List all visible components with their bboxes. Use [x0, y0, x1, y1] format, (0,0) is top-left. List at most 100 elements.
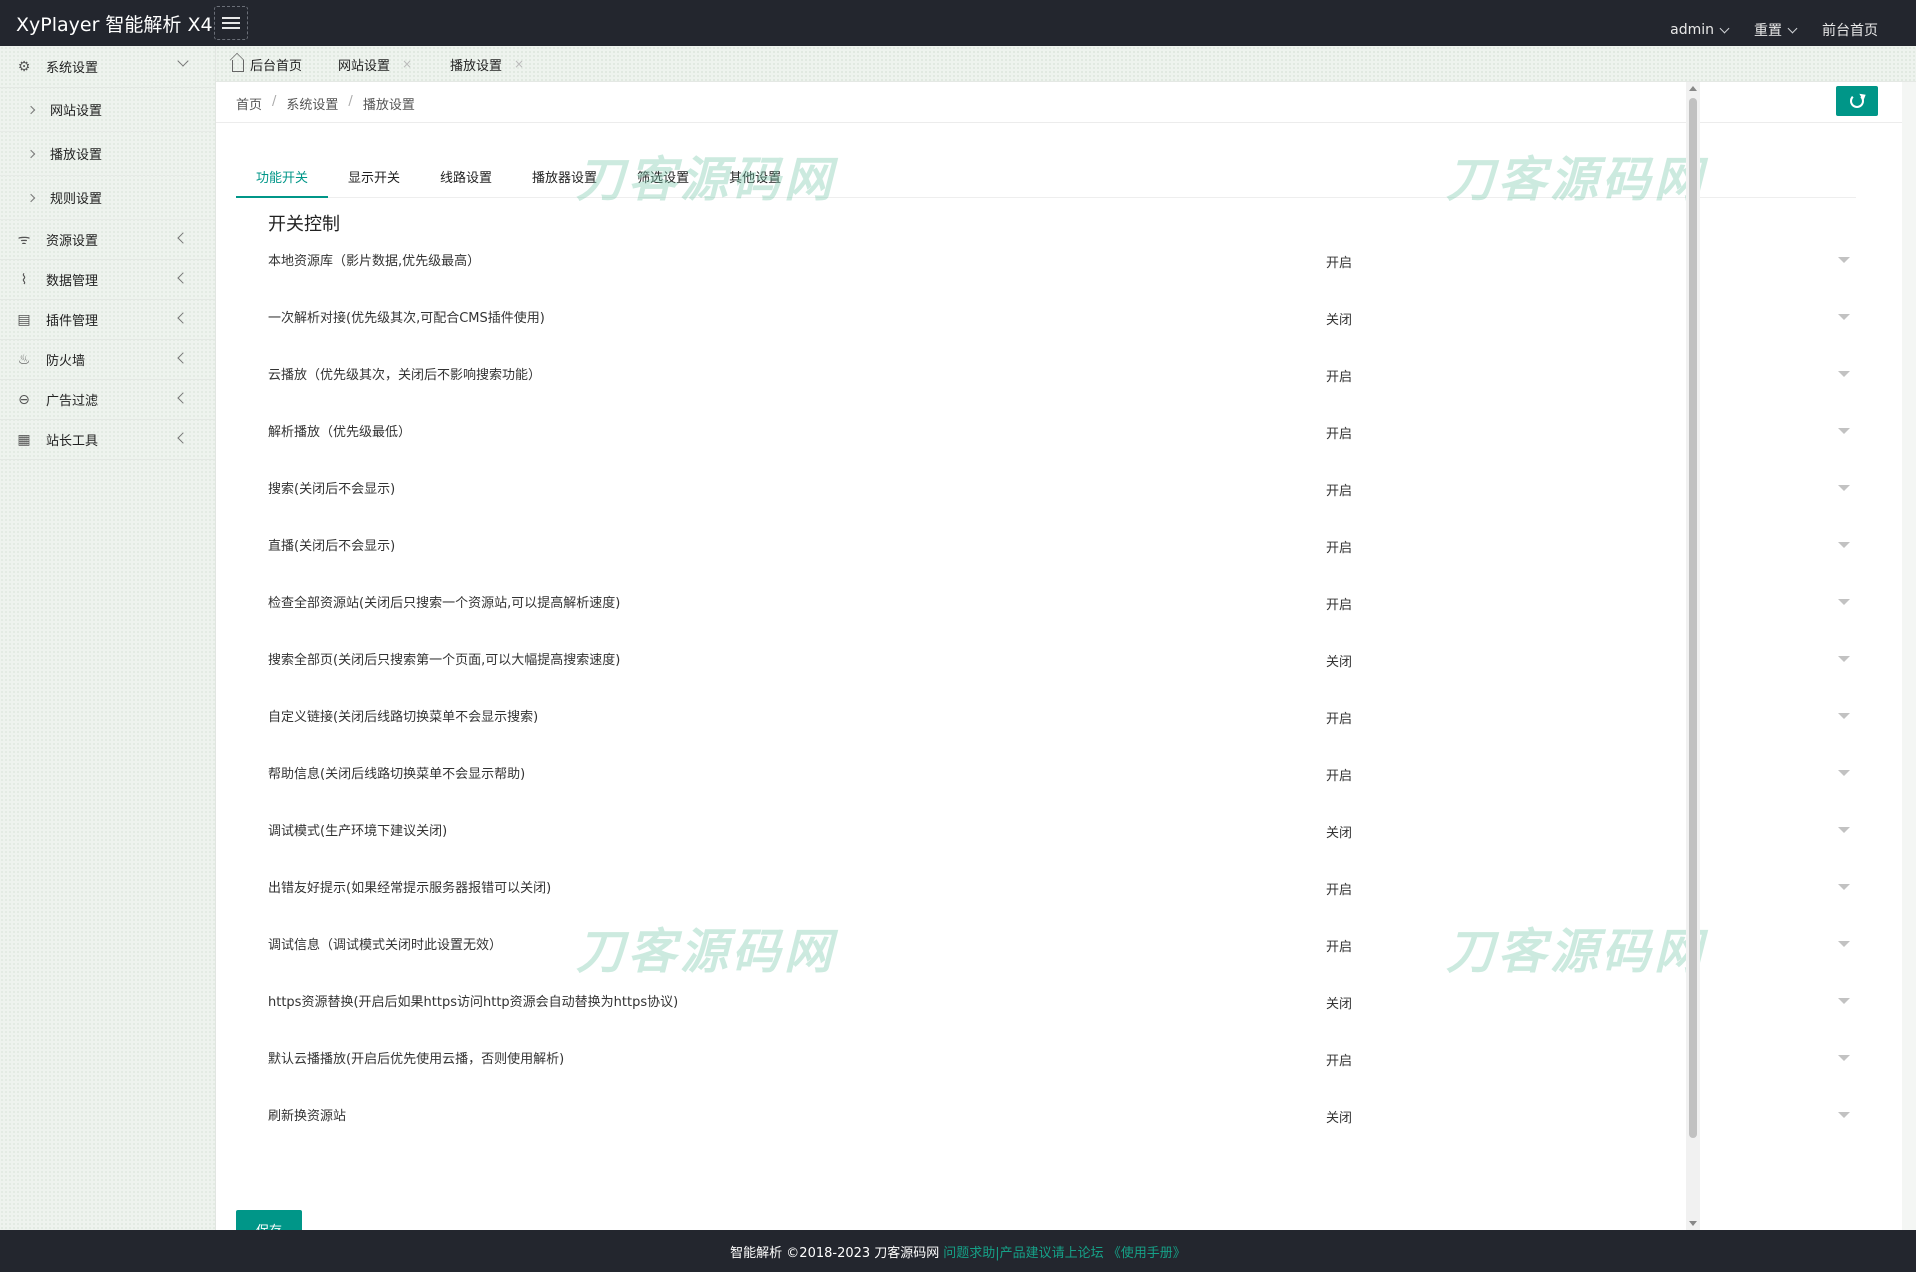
tab-label: 后台首页	[250, 58, 303, 74]
setting-select[interactable]: 关闭	[1314, 299, 1860, 335]
setting-label: 帮助信息(关闭后线路切换菜单不会显示帮助)	[268, 767, 526, 782]
top-header: XyPlayer 智能解析 X4 admin 重置 前台首页	[0, 0, 1916, 46]
sidebar-group-data-management[interactable]: ⌇ 数据管理	[0, 260, 215, 300]
caret-down-icon	[1838, 542, 1850, 548]
setting-label: 刷新换资源站	[268, 1109, 347, 1124]
brand-logo[interactable]: XyPlayer 智能解析 X4	[16, 10, 213, 37]
caret-down-icon	[1838, 1055, 1850, 1061]
setting-select-value: 开启	[1326, 427, 1353, 442]
chevron-down-icon	[1787, 23, 1798, 33]
setting-select-value: 开启	[1326, 598, 1353, 613]
admin-menu[interactable]: admin	[1670, 20, 1730, 40]
sidebar-group-ad-filter[interactable]: ⊖ 广告过滤	[0, 380, 215, 420]
breadcrumb-play-settings: 播放设置	[362, 98, 415, 113]
caret-down-icon	[1838, 998, 1850, 1004]
chevron-left-icon	[177, 352, 189, 364]
setting-select[interactable]: 开启	[1314, 242, 1860, 278]
setting-select[interactable]: 开启	[1314, 413, 1860, 449]
refresh-button[interactable]	[1836, 86, 1878, 116]
footer-copyright: 智能解析 ©2018-2023 刀客源码网	[730, 1245, 940, 1261]
setting-select[interactable]: 关闭	[1314, 983, 1860, 1019]
sidebar-item-label: 网站设置	[50, 104, 103, 119]
setting-label: 云播放（优先级其次，关闭后不影响搜索功能）	[268, 368, 542, 383]
tab-play-settings[interactable]: 播放设置 ×	[450, 46, 524, 82]
scroll-up-icon[interactable]	[1689, 86, 1697, 91]
caret-down-icon	[1838, 257, 1850, 263]
setting-label: 一次解析对接(优先级其次,可配合CMS插件使用)	[268, 311, 545, 326]
setting-select[interactable]: 开启	[1314, 1040, 1860, 1076]
tab-site-settings[interactable]: 网站设置 ×	[338, 46, 412, 82]
setting-row: 检查全部资源站(关闭后只搜索一个资源站,可以提高解析速度) 开启	[216, 574, 1902, 631]
setting-label: 自定义链接(关闭后线路切换菜单不会显示搜索)	[268, 710, 539, 725]
caret-down-icon	[1838, 371, 1850, 377]
sidebar-item-site-settings[interactable]: 网站设置	[0, 88, 215, 132]
setting-select[interactable]: 开启	[1314, 869, 1860, 905]
divider	[216, 122, 1902, 123]
caret-down-icon	[1838, 1112, 1850, 1118]
close-icon[interactable]: ×	[514, 57, 524, 71]
setting-label: 检查全部资源站(关闭后只搜索一个资源站,可以提高解析速度)	[268, 596, 621, 611]
setting-select-value: 开启	[1326, 370, 1353, 385]
gear-icon: ⚙	[17, 58, 31, 75]
save-button[interactable]: 保存	[236, 1210, 302, 1230]
pulse-icon: ⌇	[20, 271, 28, 288]
chevron-down-icon	[1719, 23, 1730, 33]
reset-label: 重置	[1754, 23, 1782, 39]
setting-select-value: 开启	[1326, 1054, 1353, 1069]
scrollbar-thumb[interactable]	[1689, 98, 1697, 1138]
setting-select-value: 开启	[1326, 256, 1353, 271]
setting-select[interactable]: 开启	[1314, 926, 1860, 962]
sidebar-item-play-settings[interactable]: 播放设置	[0, 132, 215, 176]
tab-feature-switches[interactable]: 功能开关	[236, 162, 329, 198]
sidebar-group-plugin-management[interactable]: ▤ 插件管理	[0, 300, 215, 340]
chevron-up-icon	[177, 55, 189, 67]
caret-down-icon	[1838, 770, 1850, 776]
chevron-left-icon	[177, 392, 189, 404]
sidebar-group-firewall[interactable]: ♨ 防火墙	[0, 340, 215, 380]
setting-select-value: 开启	[1326, 541, 1353, 556]
close-icon[interactable]: ×	[402, 57, 412, 71]
breadcrumb-home[interactable]: 首页	[236, 94, 262, 113]
breadcrumb-system-settings[interactable]: 系统设置	[286, 94, 338, 113]
tab-label: 播放设置	[450, 58, 503, 74]
setting-label: 默认云播播放(开启后优先使用云播，否则使用解析)	[268, 1052, 565, 1067]
sidebar-group-system-settings[interactable]: ⚙ 系统设置	[0, 46, 215, 88]
setting-label: 搜索全部页(关闭后只搜索第一个页面,可以大幅提高搜索速度)	[268, 653, 621, 668]
setting-select[interactable]: 开启	[1314, 470, 1860, 506]
setting-select[interactable]: 开启	[1314, 755, 1860, 791]
caret-down-icon	[1838, 827, 1850, 833]
setting-row: 调试模式(生产环境下建议关闭) 关闭	[216, 802, 1902, 859]
hamburger-icon[interactable]	[214, 6, 248, 40]
scroll-down-icon[interactable]	[1689, 1221, 1697, 1226]
tab-filter-settings[interactable]: 筛选设置	[617, 162, 709, 198]
setting-select[interactable]: 关闭	[1314, 812, 1860, 848]
tab-other-settings[interactable]: 其他设置	[709, 162, 801, 198]
tab-display-switches[interactable]: 显示开关	[328, 162, 420, 198]
setting-select[interactable]: 开启	[1314, 698, 1860, 734]
setting-select[interactable]: 开启	[1314, 356, 1860, 392]
footer-help-link[interactable]: 问题求助|产品建议请上论坛 《使用手册》	[943, 1242, 1186, 1261]
frontend-home-link[interactable]: 前台首页	[1822, 20, 1878, 40]
tab-player-settings[interactable]: 播放器设置	[512, 162, 617, 198]
plugin-icon: ▤	[17, 311, 31, 328]
setting-select[interactable]: 关闭	[1314, 1097, 1860, 1133]
setting-label: https资源替换(开启后如果https访问http资源会自动替换为https协…	[268, 995, 679, 1010]
header-user-menu: admin 重置 前台首页	[1670, 20, 1878, 40]
sidebar-group-resource-settings[interactable]: ᯤ 资源设置	[0, 220, 215, 260]
sidebar-group-label: 防火墙	[46, 354, 86, 369]
setting-label: 解析播放（优先级最低）	[268, 425, 412, 440]
setting-row: 一次解析对接(优先级其次,可配合CMS插件使用) 关闭	[216, 289, 1902, 346]
setting-row: 解析播放（优先级最低） 开启	[216, 403, 1902, 460]
setting-select[interactable]: 关闭	[1314, 641, 1860, 677]
tab-line-settings[interactable]: 线路设置	[420, 162, 512, 198]
sidebar-item-rule-settings[interactable]: 规则设置	[0, 176, 215, 220]
setting-label: 调试模式(生产环境下建议关闭)	[268, 824, 448, 839]
caret-down-icon	[1838, 713, 1850, 719]
sidebar-group-webmaster-tools[interactable]: ▦ 站长工具	[0, 420, 215, 460]
setting-select[interactable]: 开启	[1314, 527, 1860, 563]
minus-circle-icon: ⊖	[18, 391, 30, 408]
setting-select[interactable]: 开启	[1314, 584, 1860, 620]
page-scrollbar[interactable]	[1686, 82, 1700, 1230]
tab-admin-home[interactable]: 后台首页	[232, 46, 302, 82]
reset-menu[interactable]: 重置	[1754, 20, 1798, 40]
